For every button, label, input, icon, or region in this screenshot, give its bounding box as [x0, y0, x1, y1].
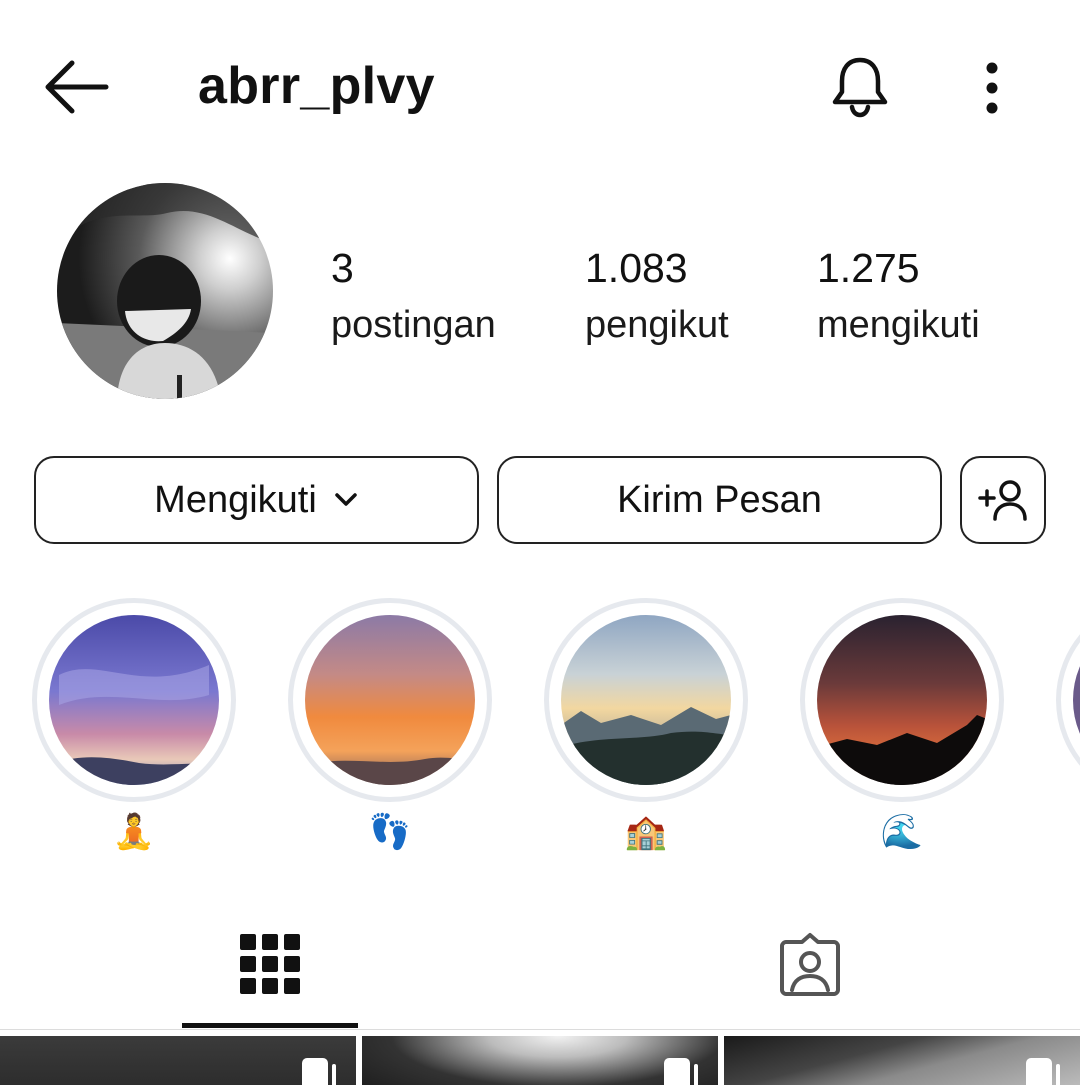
arrow-left-icon: [45, 60, 109, 114]
highlight-ring[interactable]: [544, 598, 748, 802]
carousel-icon: [664, 1058, 698, 1085]
stat-followers[interactable]: 1.083 pengikut: [585, 244, 729, 348]
stat-following[interactable]: 1.275 mengikuti: [817, 244, 980, 348]
stat-followers-label: pengikut: [585, 304, 729, 346]
following-button-label: Mengikuti: [154, 478, 317, 521]
highlight-cover: [561, 615, 731, 785]
avatar-photo: [57, 183, 273, 399]
profile-page: abrr_plvy 3 postingan 1.083 pengikut 1.2…: [0, 0, 1080, 1085]
bell-icon: [832, 57, 888, 118]
highlight-ring[interactable]: [800, 598, 1004, 802]
highlight-cover: [49, 615, 219, 785]
highlight-cover: [1073, 615, 1080, 785]
carousel-icon: [1026, 1058, 1060, 1085]
highlight-item[interactable]: 👣: [288, 598, 492, 854]
stat-posts-count: 3: [331, 245, 354, 291]
tab-posts-grid[interactable]: [0, 920, 540, 1030]
notifications-button[interactable]: [826, 52, 894, 120]
stat-following-count: 1.275: [817, 245, 920, 291]
highlight-item[interactable]: 🏫: [544, 598, 748, 854]
highlight-cover: [305, 615, 475, 785]
highlight-item[interactable]: 🧘: [32, 598, 236, 854]
highlight-caption: 🌊: [880, 813, 924, 851]
send-message-label: Kirim Pesan: [617, 478, 822, 521]
highlight-caption: 🧘: [112, 813, 156, 851]
stat-posts-label: postingan: [331, 304, 496, 346]
post-thumbnail[interactable]: [0, 1036, 356, 1085]
add-user-icon: [978, 480, 1027, 521]
highlight-item[interactable]: 🌊: [800, 598, 1004, 854]
stat-posts[interactable]: 3 postingan: [331, 244, 496, 348]
following-button[interactable]: Mengikuti: [34, 456, 479, 544]
more-vertical-icon: [986, 62, 998, 114]
highlight-cover: [817, 615, 987, 785]
tab-divider: [0, 1029, 1080, 1030]
tagged-person-icon: [780, 933, 840, 996]
highlight-ring[interactable]: [1056, 598, 1080, 802]
chevron-down-icon: [335, 493, 357, 506]
post-thumbnail[interactable]: [362, 1036, 718, 1085]
highlight-caption: 🏫: [624, 813, 668, 851]
profile-username: abrr_plvy: [198, 57, 435, 115]
tab-tagged[interactable]: [540, 920, 1080, 1030]
send-message-button[interactable]: Kirim Pesan: [497, 456, 942, 544]
profile-avatar[interactable]: [57, 183, 273, 399]
highlight-caption: 👣: [368, 813, 412, 851]
highlight-ring[interactable]: [288, 598, 492, 802]
stat-followers-count: 1.083: [585, 245, 688, 291]
post-thumbnail[interactable]: [724, 1036, 1080, 1085]
suggested-users-button[interactable]: [960, 456, 1046, 544]
active-tab-indicator: [182, 1023, 358, 1028]
carousel-icon: [302, 1058, 336, 1085]
highlight-ring[interactable]: [32, 598, 236, 802]
more-options-button[interactable]: [970, 58, 1014, 118]
back-button[interactable]: [40, 55, 112, 119]
highlight-item[interactable]: [1056, 598, 1080, 802]
grid-icon: [240, 934, 300, 994]
stat-following-label: mengikuti: [817, 304, 980, 346]
